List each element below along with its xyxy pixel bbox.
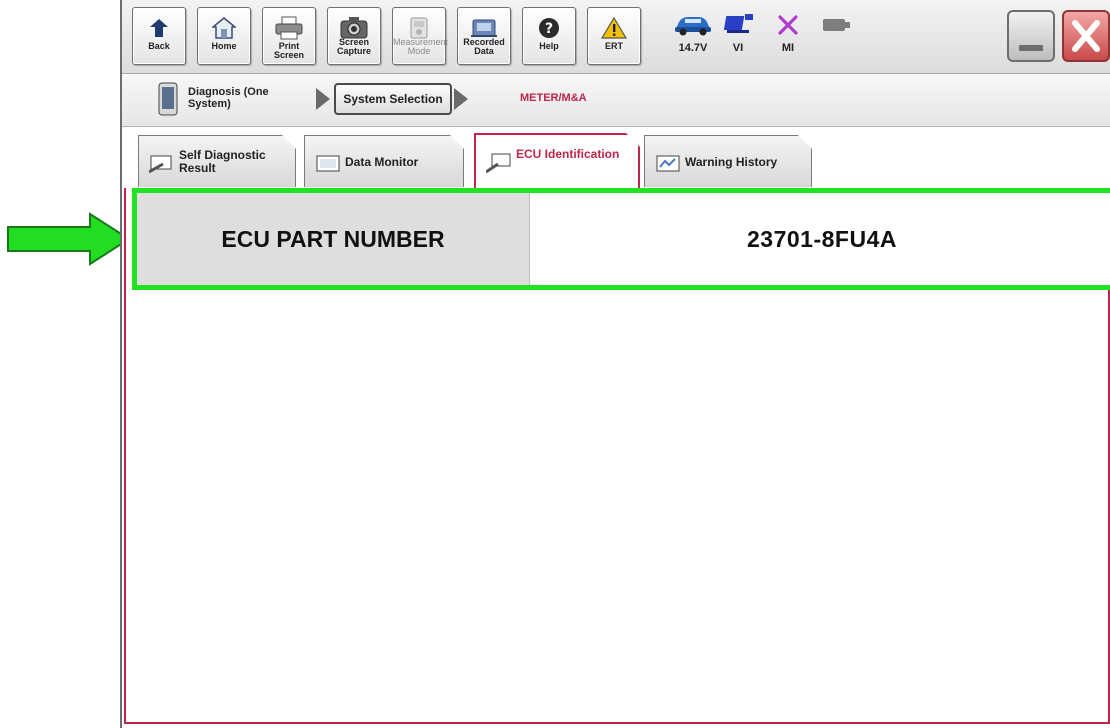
tab-warning-history[interactable]: Warning History xyxy=(644,135,812,187)
tab-ecu-identification[interactable]: ECU Identification xyxy=(474,133,640,189)
help-button[interactable]: ? Help xyxy=(522,7,576,65)
vi-status: VI xyxy=(715,8,761,68)
tab-self-diagnostic-result[interactable]: Self Diagnostic Result xyxy=(138,135,296,187)
print-screen-button[interactable]: Print Screen xyxy=(262,7,316,65)
back-arrow-icon xyxy=(133,13,185,43)
home-icon xyxy=(198,13,250,43)
close-icon xyxy=(1072,20,1100,52)
system-selection-button[interactable]: System Selection xyxy=(334,83,452,115)
minimize-button[interactable] xyxy=(1007,10,1055,62)
self-diagnostic-icon xyxy=(149,154,175,174)
toolbar: Back Home Print Screen Screen Capture Me xyxy=(122,0,1110,74)
recorded-data-button[interactable]: Recorded Data xyxy=(457,7,511,65)
data-monitor-icon xyxy=(315,154,341,174)
measurement-mode-button[interactable]: Measurement Mode xyxy=(392,7,448,65)
ecu-identification-icon xyxy=(486,153,512,173)
diagnosis-device-icon xyxy=(158,82,178,116)
printer-icon xyxy=(263,13,315,43)
svg-text:?: ? xyxy=(545,21,553,37)
ecu-part-number-row: ECU PART NUMBER 23701-8FU4A xyxy=(132,188,1110,290)
battery-voltage-status: 14.7V xyxy=(670,8,716,68)
pointer-arrow-icon xyxy=(7,212,131,266)
screen-capture-button[interactable]: Screen Capture xyxy=(327,7,381,65)
ecu-part-number-value: 23701-8FU4A xyxy=(747,225,897,252)
mi-status: MI xyxy=(765,8,811,68)
tab-bar: Self Diagnostic Result Data Monitor ECU … xyxy=(122,127,1110,189)
warning-triangle-icon xyxy=(588,13,640,43)
breadcrumb-arrow-icon xyxy=(316,88,330,110)
back-button[interactable]: Back xyxy=(132,7,186,65)
close-button[interactable] xyxy=(1062,10,1110,62)
car-icon xyxy=(670,8,716,42)
mi-disconnected-icon xyxy=(765,8,811,42)
device-status xyxy=(814,8,860,68)
vi-connection-icon xyxy=(715,8,761,42)
warning-history-icon xyxy=(655,154,681,174)
device-icon xyxy=(814,8,860,42)
home-button[interactable]: Home xyxy=(197,7,251,65)
breadcrumb: Diagnosis (One System) System Selection … xyxy=(122,74,1110,127)
breadcrumb-arrow-icon xyxy=(454,88,468,110)
consult-window: Back Home Print Screen Screen Capture Me xyxy=(120,0,1110,728)
tab-data-monitor[interactable]: Data Monitor xyxy=(304,135,464,187)
breadcrumb-diagnosis[interactable]: Diagnosis (One System) xyxy=(188,86,298,110)
help-icon: ? xyxy=(523,13,575,43)
ert-button[interactable]: ERT xyxy=(587,7,641,65)
breadcrumb-current: METER/M&A xyxy=(520,92,587,104)
ecu-part-number-label: ECU PART NUMBER xyxy=(137,193,530,285)
